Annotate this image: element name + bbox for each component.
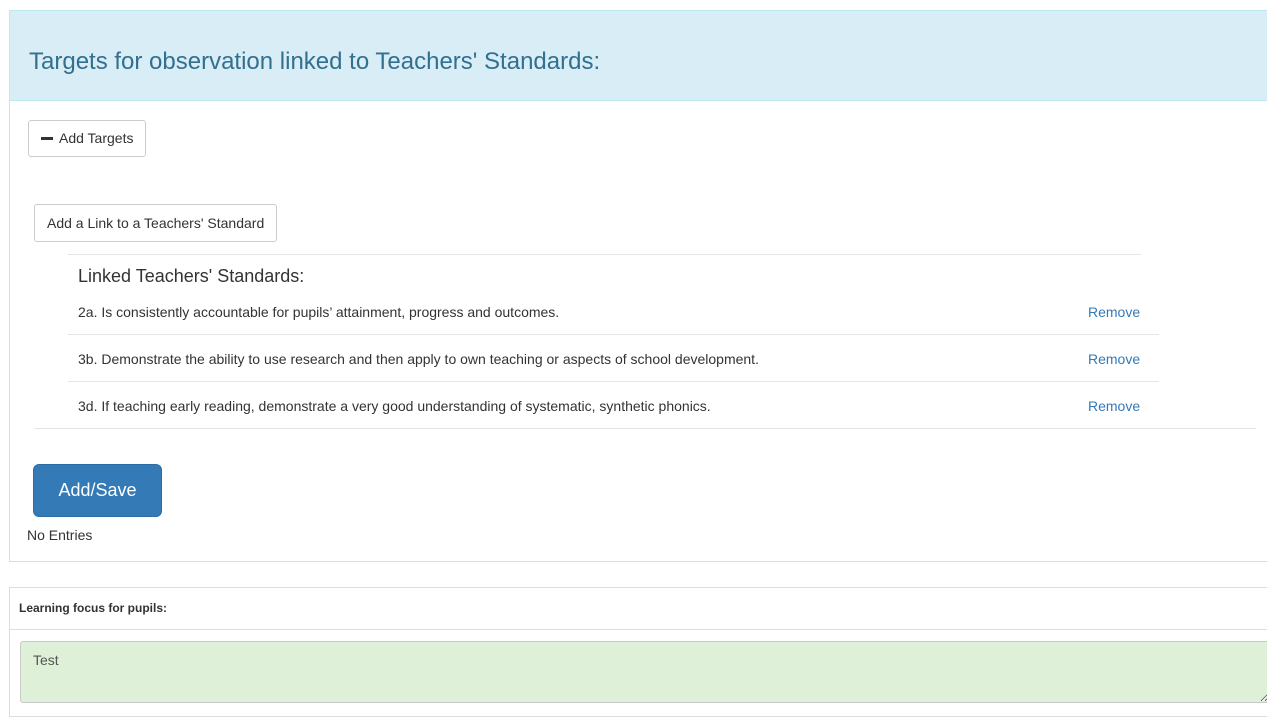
linked-standards-heading: Linked Teachers' Standards:: [78, 266, 305, 286]
divider: [68, 254, 1141, 255]
targets-panel-heading: Targets for observation linked to Teache…: [10, 11, 1267, 101]
learning-focus-panel: Learning focus for pupils: Test: [9, 587, 1267, 717]
remove-standard-link[interactable]: Remove: [1088, 396, 1140, 416]
minus-icon: [41, 136, 53, 140]
targets-panel: Targets for observation linked to Teache…: [9, 10, 1267, 562]
list-divider: [34, 428, 1256, 429]
learning-focus-heading: Learning focus for pupils:: [10, 588, 1267, 630]
add-save-button[interactable]: Add/Save: [33, 464, 162, 517]
remove-standard-link[interactable]: Remove: [1088, 302, 1140, 322]
remove-standard-link[interactable]: Remove: [1088, 349, 1140, 369]
row-divider: [68, 381, 1159, 382]
targets-panel-title: Targets for observation linked to Teache…: [29, 48, 601, 75]
standard-text: 2a. Is consistently accountable for pupi…: [78, 304, 560, 320]
learning-focus-title: Learning focus for pupils:: [19, 601, 168, 615]
standard-text: 3b. Demonstrate the ability to use resea…: [78, 351, 759, 367]
row-divider: [68, 334, 1159, 335]
add-standard-link-button[interactable]: Add a Link to a Teachers' Standard: [34, 204, 278, 242]
standard-row: 2a. Is consistently accountable for pupi…: [78, 302, 1158, 322]
learning-focus-textarea[interactable]: Test: [20, 641, 1267, 703]
add-targets-button[interactable]: Add Targets: [28, 120, 147, 157]
add-targets-label: Add Targets: [59, 130, 134, 146]
standard-row: 3b. Demonstrate the ability to use resea…: [78, 349, 1158, 369]
standard-row: 3d. If teaching early reading, demonstra…: [78, 396, 1158, 416]
no-entries-text: No Entries: [27, 527, 93, 543]
standard-text: 3d. If teaching early reading, demonstra…: [78, 398, 711, 414]
